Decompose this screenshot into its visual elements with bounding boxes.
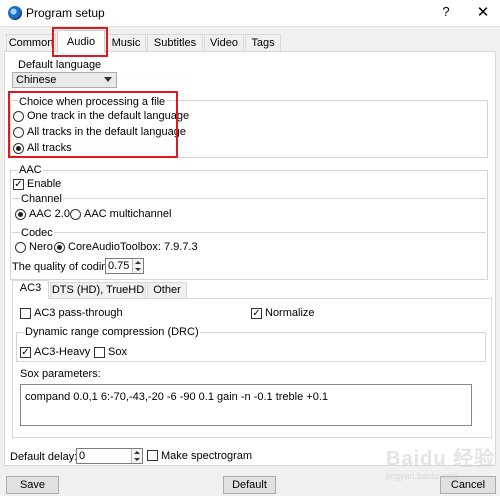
codec-nero-label[interactable]: Nero bbox=[29, 241, 53, 253]
aac-group-label: AAC bbox=[18, 164, 43, 176]
program-globe-icon bbox=[8, 6, 22, 20]
ac3-passthrough-checkbox[interactable] bbox=[20, 308, 31, 319]
default-delay-value: 0 bbox=[79, 450, 86, 462]
window-title: Program setup bbox=[26, 6, 105, 20]
ac3-passthrough-label[interactable]: AC3 pass-through bbox=[34, 307, 123, 319]
spectrogram-checkbox[interactable] bbox=[147, 450, 158, 461]
codec-label: Codec bbox=[20, 227, 54, 239]
audio-tab-highlight bbox=[52, 27, 108, 57]
tab-tags[interactable]: Tags bbox=[245, 34, 281, 52]
default-delay-label: Default delay: bbox=[10, 451, 78, 463]
tab-video[interactable]: Video bbox=[204, 34, 244, 52]
sox-params-label: Sox parameters: bbox=[20, 368, 101, 380]
channel-aac20-radio[interactable] bbox=[15, 209, 26, 220]
subtab-ac3[interactable]: AC3 bbox=[12, 280, 49, 299]
spin-arrows-icon[interactable] bbox=[132, 259, 143, 273]
normalize-label[interactable]: Normalize bbox=[265, 307, 315, 319]
channel-aac-multi-label[interactable]: AAC multichannel bbox=[84, 208, 171, 220]
subtab-dts[interactable]: DTS (HD), TrueHD bbox=[50, 282, 146, 299]
drc-label: Dynamic range compression (DRC) bbox=[24, 326, 200, 338]
sox-checkbox[interactable] bbox=[94, 347, 105, 358]
spin-arrows-icon[interactable] bbox=[131, 449, 142, 463]
enable-checkbox[interactable]: ✓ bbox=[13, 179, 24, 190]
quality-spinbox[interactable]: 0.75 bbox=[105, 258, 144, 274]
normalize-checkbox[interactable]: ✓ bbox=[251, 308, 262, 319]
codec-coreaudio-label[interactable]: CoreAudioToolbox: 7.9.7.3 bbox=[68, 241, 198, 253]
channel-aac20-label[interactable]: AAC 2.0 bbox=[29, 208, 70, 220]
close-button[interactable]: ✕ bbox=[472, 3, 494, 23]
default-button[interactable]: Default bbox=[223, 476, 276, 494]
channel-label: Channel bbox=[20, 193, 63, 205]
tab-subtitles[interactable]: Subtitles bbox=[147, 34, 203, 52]
quality-label: The quality of coding bbox=[12, 261, 114, 273]
baidu-watermark: Baidu 经验 jingyan.baidu.com bbox=[386, 442, 498, 481]
title-bar: Program setup ? ✕ bbox=[0, 0, 500, 26]
channel-aac-multi-radio[interactable] bbox=[70, 209, 81, 220]
default-language-label: Default language bbox=[18, 59, 102, 71]
watermark-text: Baidu 经验 bbox=[386, 448, 496, 470]
codec-nero-radio[interactable] bbox=[15, 242, 26, 253]
tab-common[interactable]: Common bbox=[6, 34, 56, 52]
codec-coreaudio-radio[interactable] bbox=[54, 242, 65, 253]
quality-value: 0.75 bbox=[108, 260, 130, 272]
save-button[interactable]: Save bbox=[6, 476, 59, 494]
spectrogram-label[interactable]: Make spectrogram bbox=[161, 450, 252, 462]
ac3-heavy-checkbox[interactable]: ✓ bbox=[20, 347, 31, 358]
watermark-subtext: jingyan.baidu.com bbox=[386, 471, 459, 481]
choice-group-highlight bbox=[8, 91, 178, 158]
default-language-select[interactable]: Chinese bbox=[12, 72, 117, 88]
sox-label[interactable]: Sox bbox=[108, 346, 127, 358]
tab-music[interactable]: Music bbox=[106, 34, 146, 52]
chevron-down-icon bbox=[104, 77, 112, 82]
enable-label[interactable]: Enable bbox=[27, 178, 61, 190]
sox-params-input[interactable]: compand 0.0,1 6:-70,-43,-20 -6 -90 0.1 g… bbox=[20, 384, 472, 426]
help-button[interactable]: ? bbox=[436, 4, 456, 22]
ac3-heavy-label[interactable]: AC3-Heavy bbox=[34, 346, 90, 358]
default-language-value: Chinese bbox=[16, 74, 57, 86]
default-delay-spinbox[interactable]: 0 bbox=[76, 448, 143, 464]
subtab-other[interactable]: Other bbox=[147, 282, 187, 299]
